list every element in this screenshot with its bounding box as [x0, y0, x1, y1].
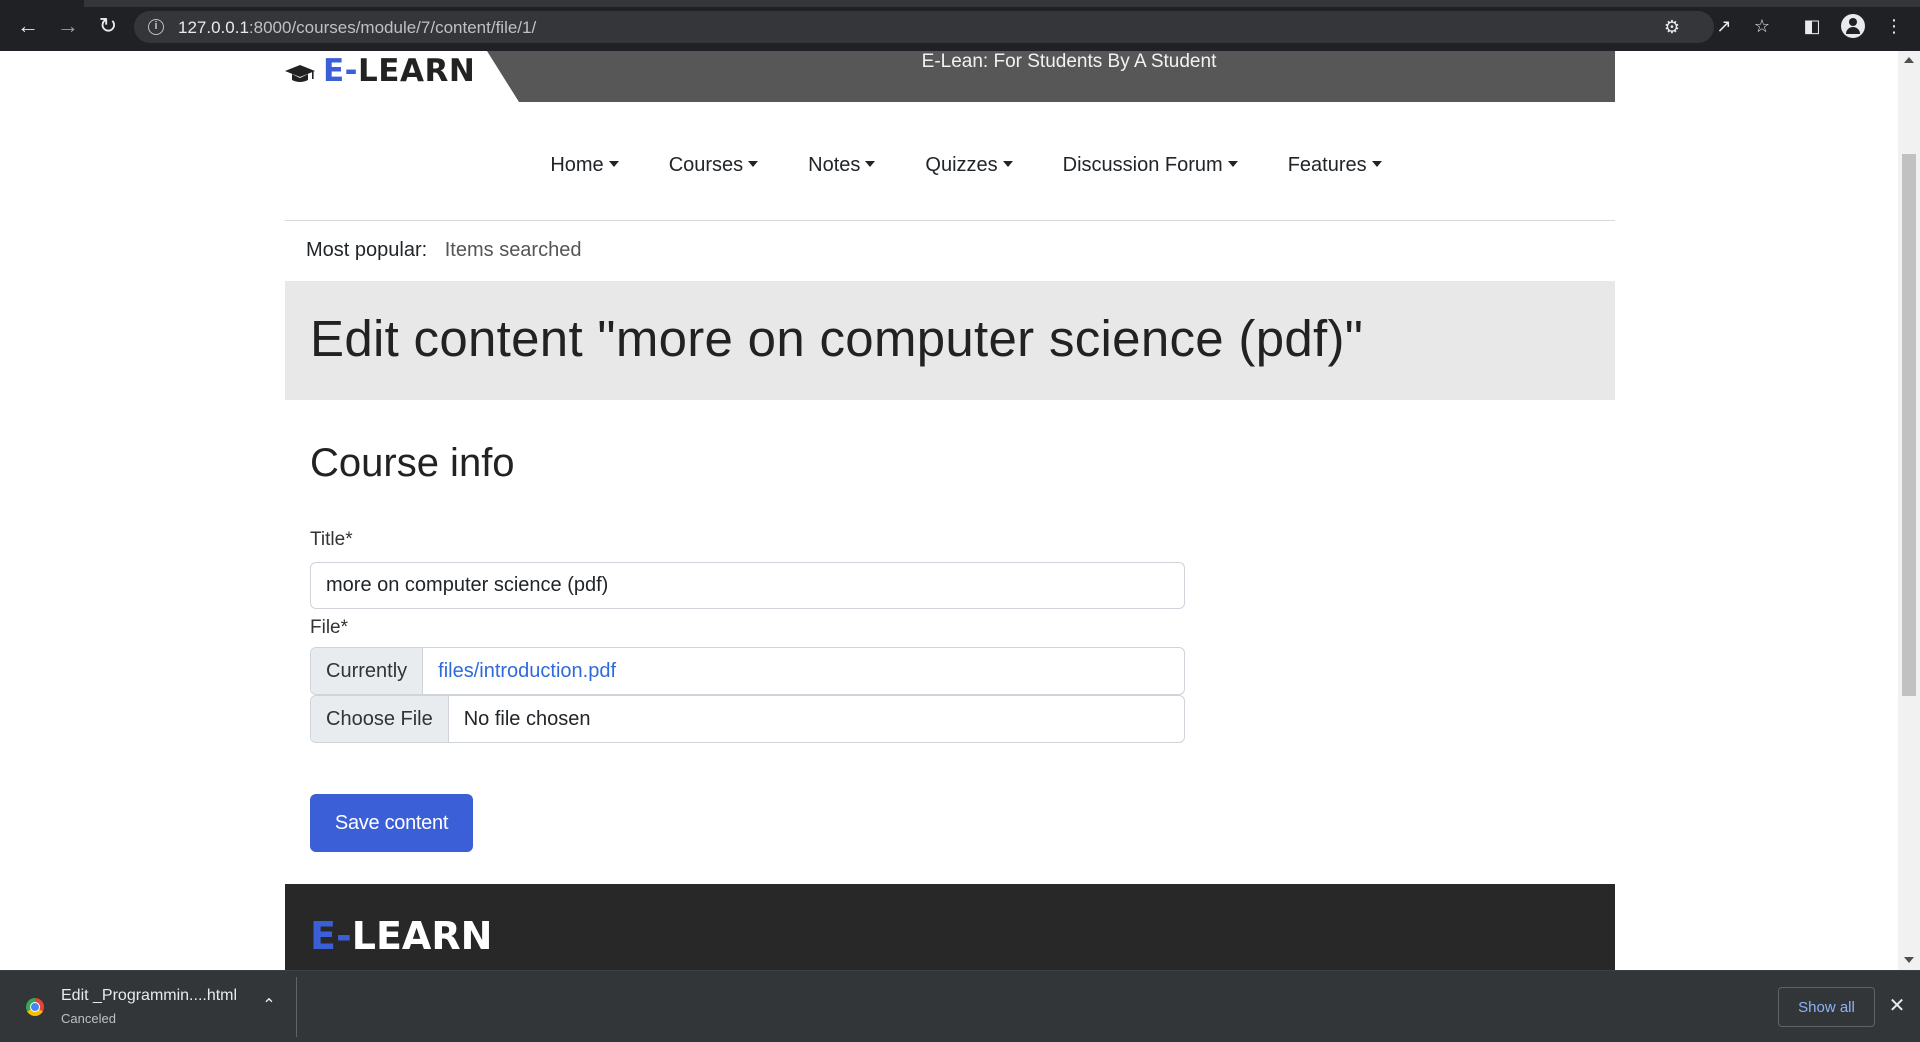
site-footer: E-LEARN — [285, 884, 1615, 970]
nav-label-notes: Notes — [808, 154, 861, 176]
nav-item-courses[interactable]: Courses — [668, 154, 759, 217]
file-field-label: File* — [310, 617, 349, 638]
active-tab[interactable] — [0, 0, 84, 7]
profile-avatar-icon[interactable] — [1841, 14, 1865, 38]
footer-logo-e: E- — [310, 914, 352, 958]
nav-item-home[interactable]: Home — [550, 154, 619, 217]
title-input[interactable] — [310, 562, 1185, 609]
shelf-divider — [296, 977, 297, 1037]
logo-e: E- — [323, 52, 359, 89]
download-shelf: Edit _Programmin....html Canceled ⌃ Show… — [0, 970, 1920, 1042]
caret-down-icon — [1002, 160, 1013, 167]
page-title-band: Edit content "more on computer science (… — [285, 281, 1615, 400]
close-icon[interactable]: ✕ — [1886, 995, 1908, 1017]
current-file-group: Currently files/introduction.pdf — [310, 647, 1185, 695]
nav-label-features: Features — [1287, 154, 1367, 176]
currently-label: Currently — [311, 648, 424, 694]
address-bar[interactable]: i 127.0.0.1:8000/courses/module/7/conten… — [134, 11, 1714, 43]
nav-item-notes[interactable]: Notes — [808, 154, 876, 217]
current-file-link[interactable]: files/introduction.pdf — [423, 648, 631, 694]
share-icon[interactable]: ↗ — [1712, 14, 1736, 38]
title-field-label: Title* — [310, 529, 353, 550]
chevron-up-icon[interactable]: ⌃ — [262, 998, 276, 1014]
show-all-button[interactable]: Show all — [1778, 987, 1875, 1027]
site-info-icon[interactable]: i — [148, 19, 164, 35]
caret-down-icon — [1227, 160, 1238, 167]
tab-strip — [0, 0, 1920, 7]
caret-down-icon — [748, 160, 759, 167]
nav-item-features[interactable]: Features — [1288, 154, 1382, 217]
page-viewport: E-LEARN E-Lean: For Students By A Studen… — [0, 51, 1898, 970]
side-panel-icon[interactable]: ◧ — [1800, 14, 1824, 38]
file-chooser[interactable]: Choose File No file chosen — [310, 695, 1185, 743]
nav-label-quizzes: Quizzes — [925, 154, 998, 176]
url-host: 127.0.0.1 — [178, 18, 249, 37]
browser-toolbar: ← → ↻ i 127.0.0.1:8000/courses/module/7/… — [0, 0, 1920, 51]
menu-kebab-icon[interactable]: ⋮ — [1882, 14, 1906, 38]
nav-item-discussion-forum[interactable]: Discussion Forum — [1063, 154, 1238, 217]
chrome-logo-icon — [26, 998, 44, 1016]
nav-label-courses: Courses — [668, 154, 744, 176]
caret-down-icon — [1371, 160, 1382, 167]
scroll-up-arrow-icon[interactable] — [1904, 57, 1914, 63]
site-logo: E-LEARN — [323, 53, 475, 89]
nav-item-quizzes[interactable]: Quizzes — [925, 154, 1013, 217]
save-content-button[interactable]: Save content — [310, 794, 473, 852]
site-brand[interactable]: E-LEARN — [285, 51, 475, 102]
most-popular-bar: Most popular: Items searched — [306, 239, 581, 262]
key-icon[interactable]: ⚙ — [1660, 15, 1684, 39]
footer-logo-rest: LEARN — [351, 914, 493, 958]
forward-arrow-icon[interactable]: → — [56, 14, 80, 38]
scroll-down-arrow-icon[interactable] — [1904, 957, 1914, 963]
logo-rest: LEARN — [358, 52, 476, 89]
scrollbar-thumb[interactable] — [1902, 154, 1916, 696]
nav-label-home: Home — [550, 154, 604, 176]
graduation-cap-icon — [285, 64, 315, 82]
site-tagline: E-Lean: For Students By A Student — [921, 51, 1217, 72]
footer-logo[interactable]: E-LEARN — [310, 914, 492, 958]
nav-label-discussion-forum: Discussion Forum — [1062, 154, 1223, 176]
download-status: Canceled — [61, 1011, 116, 1026]
url-path: :8000/courses/module/7/content/file/1/ — [248, 18, 537, 37]
most-popular-link[interactable]: Items searched — [445, 239, 582, 261]
bookmark-star-icon[interactable]: ☆ — [1750, 14, 1774, 38]
download-file-name[interactable]: Edit _Programmin....html — [61, 987, 237, 1005]
page-scrollbar[interactable] — [1898, 51, 1920, 970]
caret-down-icon — [865, 160, 876, 167]
back-arrow-icon[interactable]: ← — [16, 14, 40, 38]
page-title: Edit content "more on computer science (… — [310, 310, 1364, 367]
caret-down-icon — [608, 160, 619, 167]
url-text[interactable]: 127.0.0.1:8000/courses/module/7/content/… — [178, 18, 536, 38]
no-file-chosen-text: No file chosen — [463, 707, 591, 730]
choose-file-button[interactable]: Choose File — [311, 696, 449, 742]
section-heading: Course info — [310, 441, 515, 485]
main-navigation: Home Courses Notes Quizzes Discussion Fo… — [285, 151, 1615, 221]
reload-icon[interactable]: ↻ — [96, 14, 120, 38]
most-popular-label: Most popular: — [306, 239, 428, 261]
